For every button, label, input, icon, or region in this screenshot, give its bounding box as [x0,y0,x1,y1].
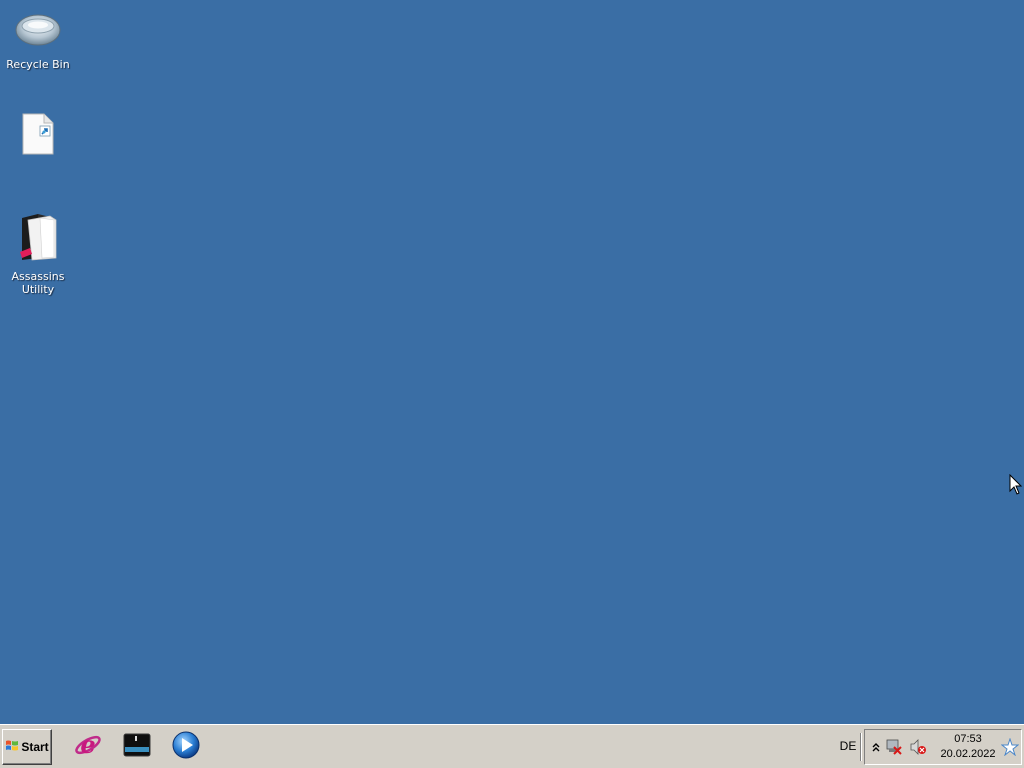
clock-date: 20.02.2022 [940,748,996,760]
shortcut-document-icon [2,112,74,160]
network-disconnected-icon[interactable] [885,738,903,756]
separator [860,733,862,761]
desktop-icon-shortcut[interactable] [2,112,74,164]
quick-launch-show-desktop[interactable] [121,731,153,763]
quick-launch-internet-explorer[interactable]: e [72,730,104,764]
folder-utility-icon [2,212,74,266]
internet-explorer-icon: e [73,730,103,764]
svg-text:e: e [80,730,95,759]
show-hidden-icons-chevron-icon[interactable] [867,738,885,756]
system-tray: 07:53 20.02.2022 [864,729,1022,765]
start-label: Start [21,740,49,754]
media-player-icon [171,730,201,764]
taskbar: Start e DE 07:53 20.02.2022 [0,724,1024,768]
notification-star-icon[interactable] [1001,738,1019,756]
start-button[interactable]: Start [2,729,52,765]
show-desktop-icon [122,731,152,763]
volume-muted-icon[interactable] [909,738,927,756]
desktop-icon-label: Assassins Utility [11,270,65,296]
desktop[interactable]: Recycle Bin Assassins Utility [0,0,1024,724]
desktop-icon-assassins-utility[interactable]: Assassins Utility [2,212,74,296]
recycle-bin-icon [2,6,74,54]
clock[interactable]: 07:53 20.02.2022 [937,732,999,762]
desktop-icon-label: Recycle Bin [6,58,70,71]
desktop-icon-recycle-bin[interactable]: Recycle Bin [2,6,74,71]
language-indicator[interactable]: DE [834,737,862,755]
mouse-cursor-icon [1009,474,1023,495]
clock-time: 07:53 [954,733,982,745]
quick-launch-media-player[interactable] [170,731,202,763]
windows-logo-icon [5,738,19,757]
